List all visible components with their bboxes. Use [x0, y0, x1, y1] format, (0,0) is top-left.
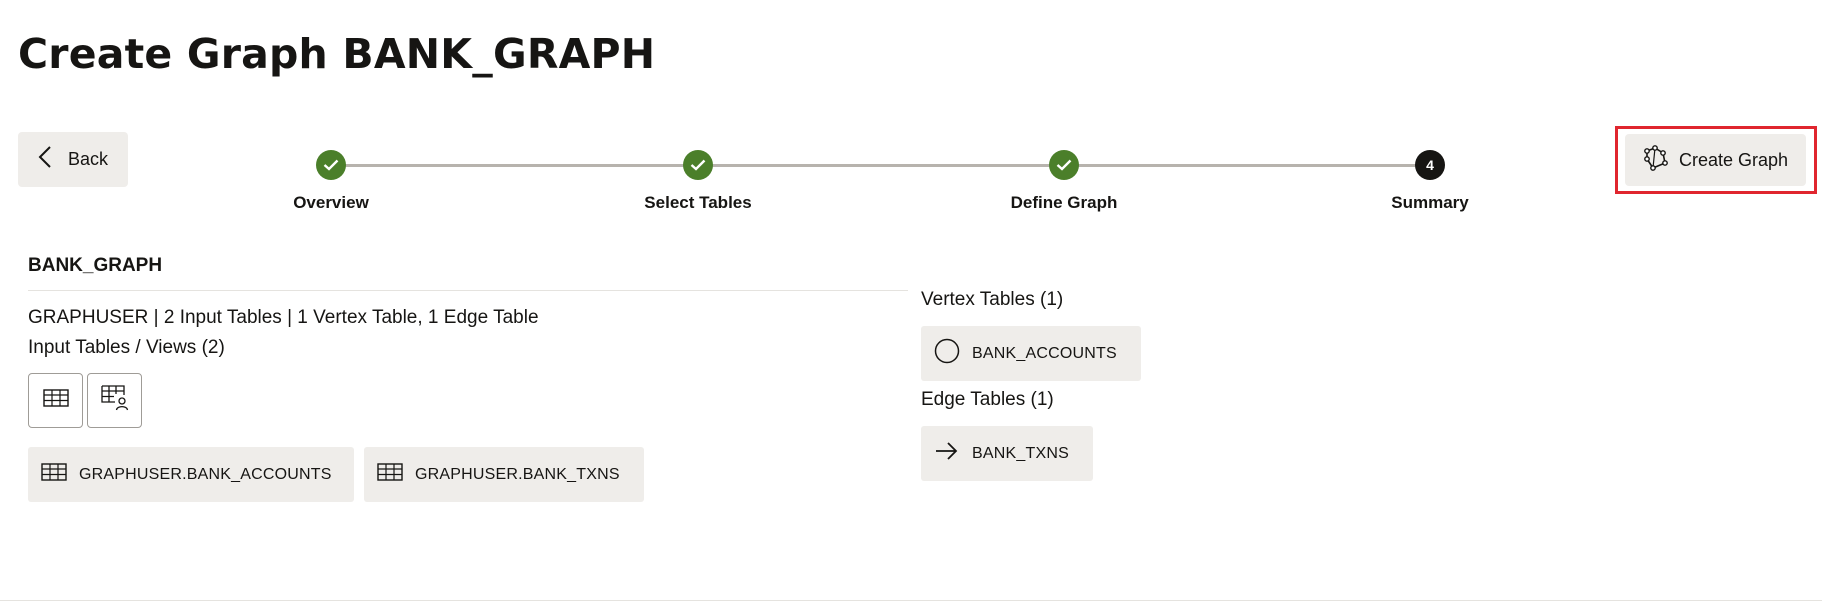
circle-icon [934, 338, 960, 369]
table-user-icon [100, 385, 129, 416]
page-title: Create Graph BANK_GRAPH [18, 30, 656, 78]
arrow-right-icon [934, 440, 960, 467]
table-icon [42, 389, 69, 412]
vertex-tables-title: Vertex Tables (1) [921, 289, 1064, 310]
check-icon [316, 150, 346, 180]
divider [28, 290, 908, 291]
table-icon [377, 463, 403, 486]
step-label: Select Tables [644, 193, 752, 212]
table-view-button[interactable] [28, 373, 83, 428]
input-tables-title: Input Tables / Views (2) [28, 337, 225, 358]
graph-name-heading: BANK_GRAPH [28, 255, 163, 276]
edge-tables-title: Edge Tables (1) [921, 389, 1054, 410]
table-user-view-button[interactable] [87, 373, 142, 428]
table-icon [41, 463, 67, 486]
step-label: Summary [1391, 193, 1469, 212]
vertex-table-label: BANK_ACCOUNTS [972, 344, 1117, 362]
step-label: Overview [293, 193, 369, 212]
graph-details: GRAPHUSER | 2 Input Tables | 1 Vertex Ta… [28, 307, 539, 328]
step-overview[interactable]: Overview [201, 150, 461, 213]
input-table-chip[interactable]: GRAPHUSER.BANK_ACCOUNTS [28, 447, 354, 502]
stepper: Overview Select Tables Define Graph 4 Su… [0, 145, 1822, 225]
step-number: 4 [1415, 150, 1445, 180]
step-select-tables[interactable]: Select Tables [568, 150, 828, 213]
edge-table-label: BANK_TXNS [972, 444, 1069, 462]
check-icon [683, 150, 713, 180]
input-table-label: GRAPHUSER.BANK_ACCOUNTS [79, 465, 332, 483]
vertex-table-chip[interactable]: BANK_ACCOUNTS [921, 326, 1141, 381]
step-define-graph[interactable]: Define Graph [934, 150, 1194, 213]
divider [0, 600, 1822, 601]
input-table-chip[interactable]: GRAPHUSER.BANK_TXNS [364, 447, 644, 502]
step-label: Define Graph [1010, 193, 1118, 212]
check-icon [1049, 150, 1079, 180]
edge-table-chip[interactable]: BANK_TXNS [921, 426, 1093, 481]
input-table-label: GRAPHUSER.BANK_TXNS [415, 465, 620, 483]
step-summary[interactable]: 4 Summary [1300, 150, 1560, 213]
